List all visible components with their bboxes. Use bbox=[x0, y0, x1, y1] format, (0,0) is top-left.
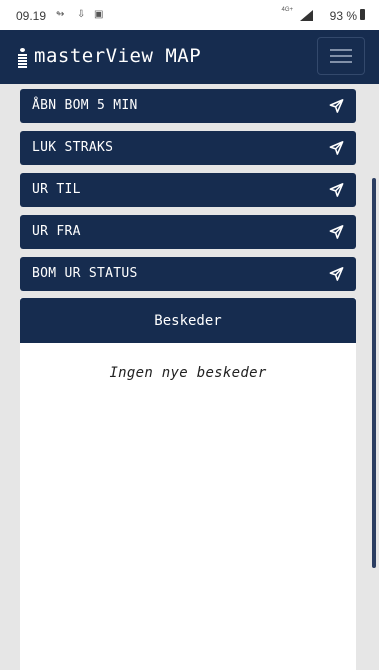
messages-title: Beskeder bbox=[154, 313, 222, 329]
close-now-button[interactable]: LUK STRAKS bbox=[20, 131, 356, 165]
battery-percent: 93 % bbox=[329, 9, 357, 23]
send-icon bbox=[329, 99, 344, 113]
barrier-clock-status-button[interactable]: BOM UR STATUS bbox=[20, 257, 356, 291]
messages-panel: Beskeder Ingen nye beskeder bbox=[20, 298, 356, 670]
status-bar: 09.19 ↬ ⇩ ▣ 4G+ 93 % bbox=[0, 0, 379, 30]
info-person-icon bbox=[18, 48, 27, 68]
signal-icon bbox=[300, 10, 313, 21]
menu-toggle-button[interactable] bbox=[317, 37, 365, 75]
command-label: UR TIL bbox=[32, 182, 81, 197]
messages-empty-text: Ingen nye beskeder bbox=[109, 365, 267, 381]
send-icon bbox=[329, 225, 344, 239]
open-barrier-5-min-button[interactable]: ÅBN BOM 5 MIN bbox=[20, 89, 356, 123]
scrollbar[interactable] bbox=[372, 178, 376, 568]
hamburger-icon bbox=[330, 49, 352, 51]
command-label: ÅBN BOM 5 MIN bbox=[32, 98, 138, 113]
send-icon bbox=[329, 183, 344, 197]
battery-icon bbox=[360, 9, 365, 20]
command-label: LUK STRAKS bbox=[32, 140, 114, 155]
app-header: masterView MAP bbox=[0, 30, 379, 84]
download-icon: ⇩ bbox=[77, 9, 86, 20]
status-time: 09.19 bbox=[16, 9, 47, 23]
cast-icon: ↬ bbox=[56, 9, 65, 20]
app-title: masterView MAP bbox=[34, 45, 202, 67]
send-icon bbox=[329, 267, 344, 281]
clock-off-button[interactable]: UR FRA bbox=[20, 215, 356, 249]
network-type: 4G+ bbox=[281, 7, 293, 13]
image-icon: ▣ bbox=[94, 9, 104, 20]
command-label: UR FRA bbox=[32, 224, 81, 239]
messages-header: Beskeder bbox=[20, 298, 356, 343]
send-icon bbox=[329, 141, 344, 155]
command-label: BOM UR STATUS bbox=[32, 266, 138, 281]
clock-on-button[interactable]: UR TIL bbox=[20, 173, 356, 207]
